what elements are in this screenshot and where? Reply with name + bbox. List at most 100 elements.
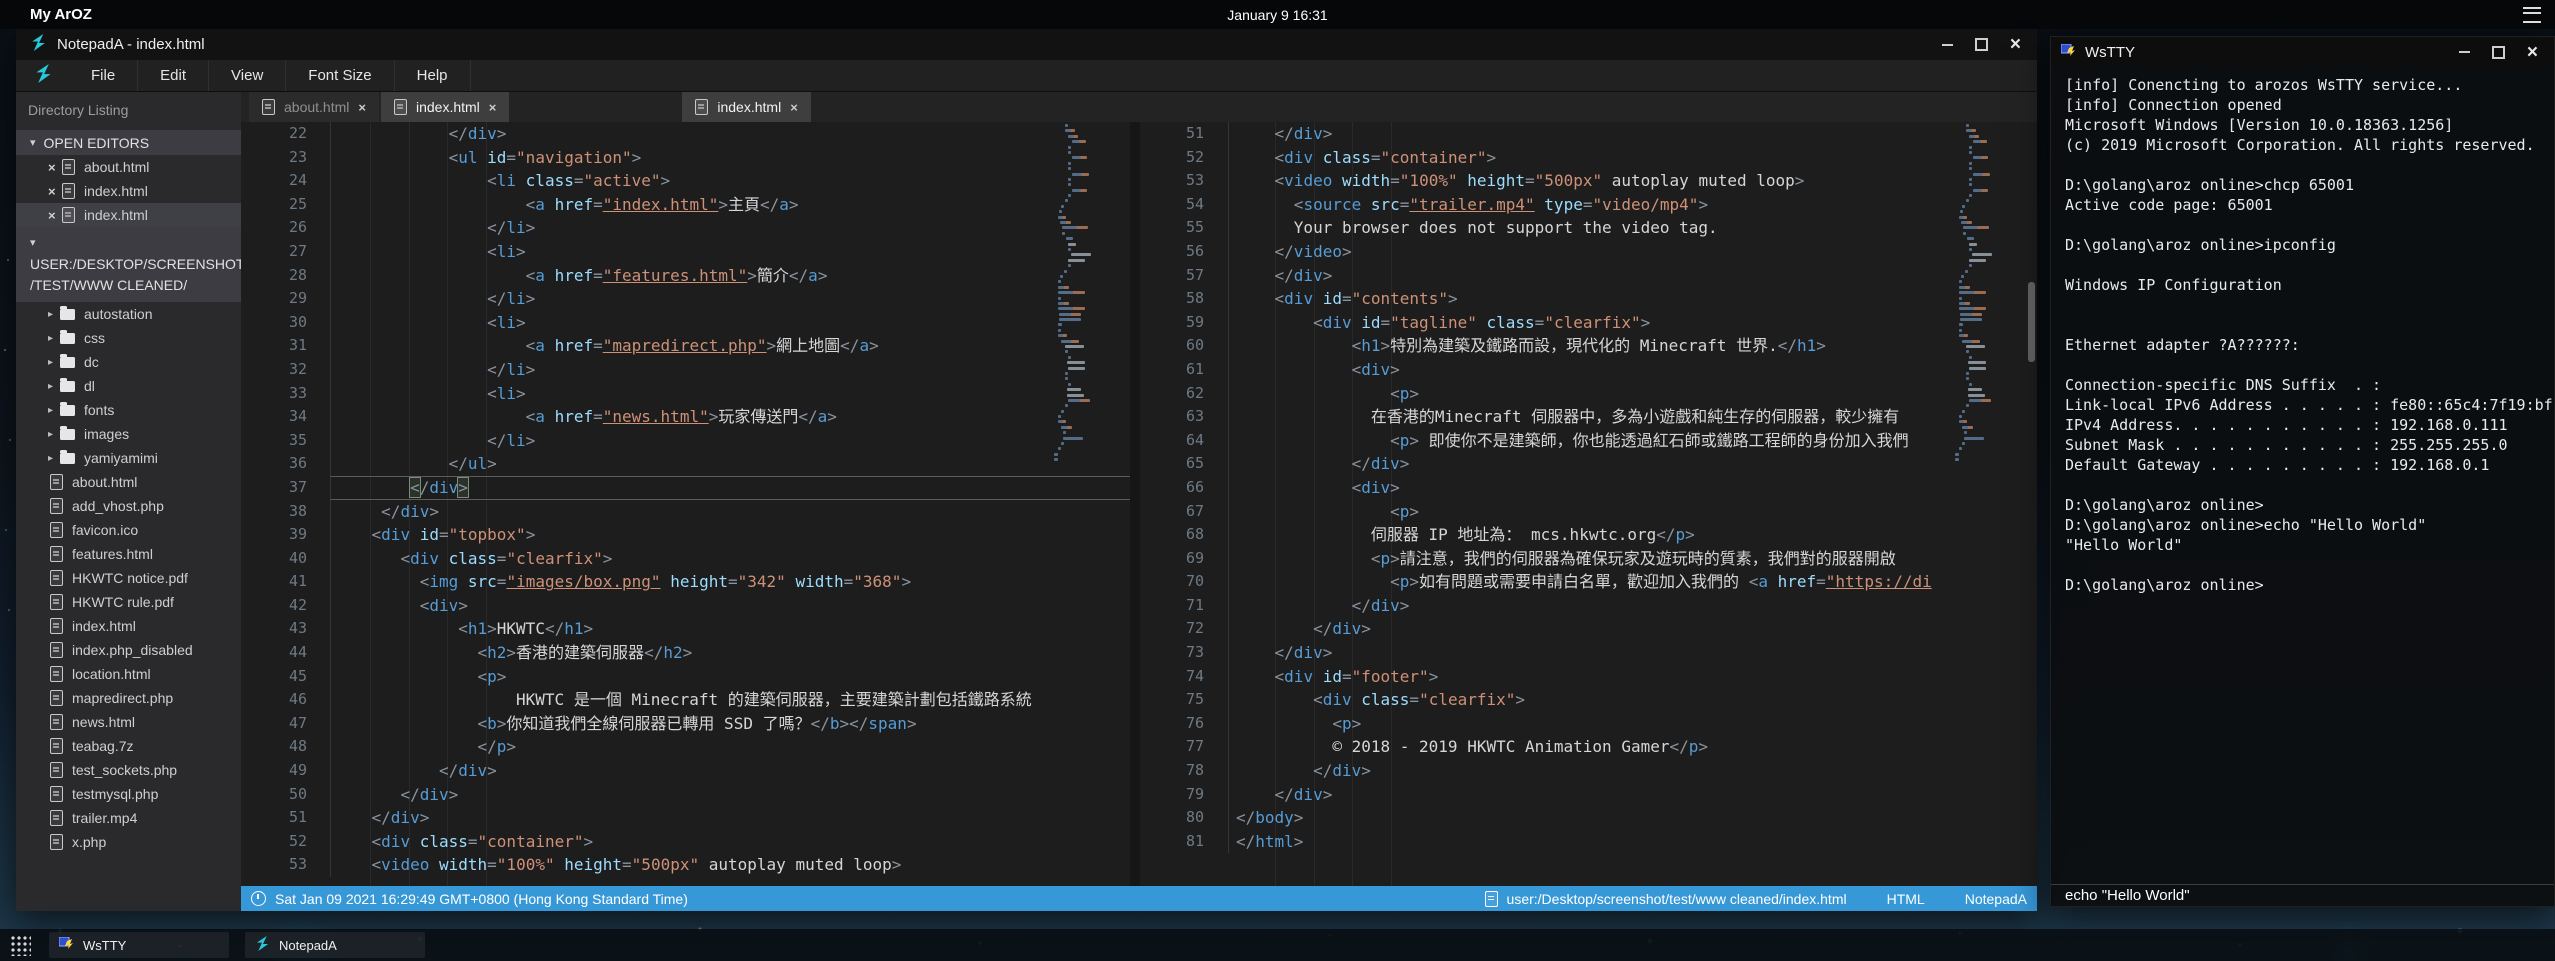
code-line[interactable]: 66 <div> — [1140, 476, 2037, 500]
code-line[interactable]: 35 </li> — [241, 429, 1130, 453]
code-line[interactable]: 61 <div> — [1140, 358, 2037, 382]
open-editor-item[interactable]: ×about.html — [16, 155, 241, 179]
status-app-name[interactable]: NotepadA — [1965, 891, 2027, 907]
open-editors-header[interactable]: ▾ OPEN EDITORS — [16, 130, 241, 155]
minimize-icon[interactable] — [1942, 44, 1953, 46]
minimap[interactable] — [1955, 124, 2017, 464]
code-line[interactable]: 54 <source src="trailer.mp4" type="video… — [1140, 193, 2037, 217]
code-line[interactable]: 63 在香港的Minecraft 伺服器中，多為小遊戲和純生存的伺服器，較少擁有 — [1140, 405, 2037, 429]
menu-item-file[interactable]: File — [69, 60, 138, 91]
workspace-header[interactable]: ▾ USER:/DESKTOP/SCREENSHOT /TEST/WWW CLE… — [16, 227, 241, 302]
code-line[interactable]: 74 <div id="footer"> — [1140, 665, 2037, 689]
status-language-mode[interactable]: HTML — [1887, 891, 1925, 907]
taskbar-item-wstty[interactable]: WsTTY — [49, 932, 229, 958]
code-line[interactable]: 46 HKWTC 是一個 Minecraft 的建築伺服器，主要建築計劃包括鐵路… — [241, 688, 1130, 712]
tab-index.html[interactable]: index.html× — [381, 92, 509, 122]
code-line[interactable]: 33 <li> — [241, 382, 1130, 406]
hamburger-menu-icon[interactable] — [2523, 7, 2541, 23]
code-line[interactable]: 72 </div> — [1140, 617, 2037, 641]
code-line[interactable]: 29 </li> — [241, 287, 1130, 311]
tree-file[interactable]: teabag.7z — [16, 734, 241, 758]
tree-file[interactable]: about.html — [16, 470, 241, 494]
close-icon[interactable]: × — [2527, 43, 2538, 62]
code-line[interactable]: 52 <div class="container"> — [1140, 146, 2037, 170]
tree-file[interactable]: HKWTC rule.pdf — [16, 590, 241, 614]
minimize-icon[interactable] — [2459, 51, 2470, 53]
tree-file[interactable]: favicon.ico — [16, 518, 241, 542]
code-line[interactable]: 51 </div> — [241, 806, 1130, 830]
code-line[interactable]: 23 <ul id="navigation"> — [241, 146, 1130, 170]
tree-file[interactable]: mapredirect.php — [16, 686, 241, 710]
code-line[interactable]: 43 <h1>HKWTC</h1> — [241, 617, 1130, 641]
menu-item-view[interactable]: View — [209, 60, 286, 91]
terminal-input[interactable]: echo "Hello World" — [2051, 884, 2554, 906]
close-icon[interactable]: × — [48, 208, 62, 223]
wstty-titlebar[interactable]: WsTTY × — [2051, 37, 2554, 67]
code-line[interactable]: 49 </div> — [241, 759, 1130, 783]
tree-folder[interactable]: ▸autostation — [16, 302, 241, 326]
scrollbar-handle[interactable] — [2028, 282, 2035, 362]
tree-file[interactable]: x.php — [16, 830, 241, 854]
maximize-icon[interactable] — [1975, 38, 1988, 51]
tab-about.html[interactable]: about.html× — [249, 92, 379, 122]
code-line[interactable]: 75 <div class="clearfix"> — [1140, 688, 2037, 712]
code-line[interactable]: 45 <p> — [241, 665, 1130, 689]
code-line[interactable]: 50 </div> — [241, 783, 1130, 807]
tree-file[interactable]: index.php_disabled — [16, 638, 241, 662]
code-line[interactable]: 37 </div> — [241, 476, 1130, 500]
taskbar-item-notepada[interactable]: NotepadA — [245, 932, 425, 958]
code-line[interactable]: 57 </div> — [1140, 264, 2037, 288]
terminal-output[interactable]: [info] Conencting to arozos WsTTY servic… — [2051, 67, 2554, 884]
code-line[interactable]: 48 </p> — [241, 735, 1130, 759]
code-line[interactable]: 59 <div id="tagline" class="clearfix"> — [1140, 311, 2037, 335]
notepada-titlebar[interactable]: NotepadA - index.html × — [16, 29, 2037, 60]
code-line[interactable]: 70 <p>如有問題或需要申請白名單，歡迎加入我們的 <a href="http… — [1140, 570, 2037, 594]
menu-item-font-size[interactable]: Font Size — [286, 60, 394, 91]
code-line[interactable]: 22 </div> — [241, 122, 1130, 146]
code-line[interactable]: 26 </li> — [241, 216, 1130, 240]
tree-folder[interactable]: ▸dc — [16, 350, 241, 374]
minimap[interactable] — [1054, 124, 1116, 464]
tree-file[interactable]: news.html — [16, 710, 241, 734]
code-line[interactable]: 44 <h2>香港的建築伺服器</h2> — [241, 641, 1130, 665]
code-line[interactable]: 52 <div class="container"> — [241, 830, 1130, 854]
open-editor-item[interactable]: ×index.html — [16, 203, 241, 227]
tree-file[interactable]: testmysql.php — [16, 782, 241, 806]
tree-file[interactable]: test_sockets.php — [16, 758, 241, 782]
code-line[interactable]: 39 <div id="topbox"> — [241, 523, 1130, 547]
code-line[interactable]: 65 </div> — [1140, 452, 2037, 476]
code-line[interactable]: 78 </div> — [1140, 759, 2037, 783]
code-line[interactable]: 77 © 2018 - 2019 HKWTC Animation Gamer</… — [1140, 735, 2037, 759]
code-line[interactable]: 34 <a href="news.html">玩家傳送門</a> — [241, 405, 1130, 429]
menu-item-help[interactable]: Help — [395, 60, 471, 91]
code-line[interactable]: 58 <div id="contents"> — [1140, 287, 2037, 311]
code-line[interactable]: 53 <video width="100%" height="500px" au… — [241, 853, 1130, 877]
maximize-icon[interactable] — [2492, 46, 2505, 59]
code-line[interactable]: 40 <div class="clearfix"> — [241, 547, 1130, 571]
code-line[interactable]: 27 <li> — [241, 240, 1130, 264]
code-line[interactable]: 42 <div> — [241, 594, 1130, 618]
code-line[interactable]: 53 <video width="100%" height="500px" au… — [1140, 169, 2037, 193]
close-icon[interactable]: × — [48, 160, 62, 175]
status-file-path[interactable]: user:/Desktop/screenshot/test/www cleane… — [1485, 891, 1847, 907]
code-line[interactable]: 24 <li class="active"> — [241, 169, 1130, 193]
code-line[interactable]: 31 <a href="mapredirect.php">網上地圖</a> — [241, 334, 1130, 358]
tab-close-icon[interactable]: × — [358, 100, 366, 115]
code-line[interactable]: 25 <a href="index.html">主頁</a> — [241, 193, 1130, 217]
code-line[interactable]: 41 <img src="images/box.png" height="342… — [241, 570, 1130, 594]
tree-file[interactable]: location.html — [16, 662, 241, 686]
code-line[interactable]: 69 <p>請注意，我們的伺服器為確保玩家及遊玩時的質素，我們對的服器開啟 — [1140, 547, 2037, 571]
code-line[interactable]: 67 <p> — [1140, 500, 2037, 524]
tab-close-icon[interactable]: × — [489, 100, 497, 115]
tree-folder[interactable]: ▸yamiyamimi — [16, 446, 241, 470]
code-line[interactable]: 62 <p> — [1140, 382, 2037, 406]
tree-folder[interactable]: ▸css — [16, 326, 241, 350]
code-line[interactable]: 38 </div> — [241, 500, 1130, 524]
code-line[interactable]: 76 <p> — [1140, 712, 2037, 736]
tab-close-icon[interactable]: × — [790, 100, 798, 115]
code-line[interactable]: 80</body> — [1140, 806, 2037, 830]
code-line[interactable]: 55 Your browser does not support the vid… — [1140, 216, 2037, 240]
code-line[interactable]: 36 </ul> — [241, 452, 1130, 476]
app-launcher-grid-icon[interactable] — [9, 934, 31, 956]
code-line[interactable]: 51 </div> — [1140, 122, 2037, 146]
